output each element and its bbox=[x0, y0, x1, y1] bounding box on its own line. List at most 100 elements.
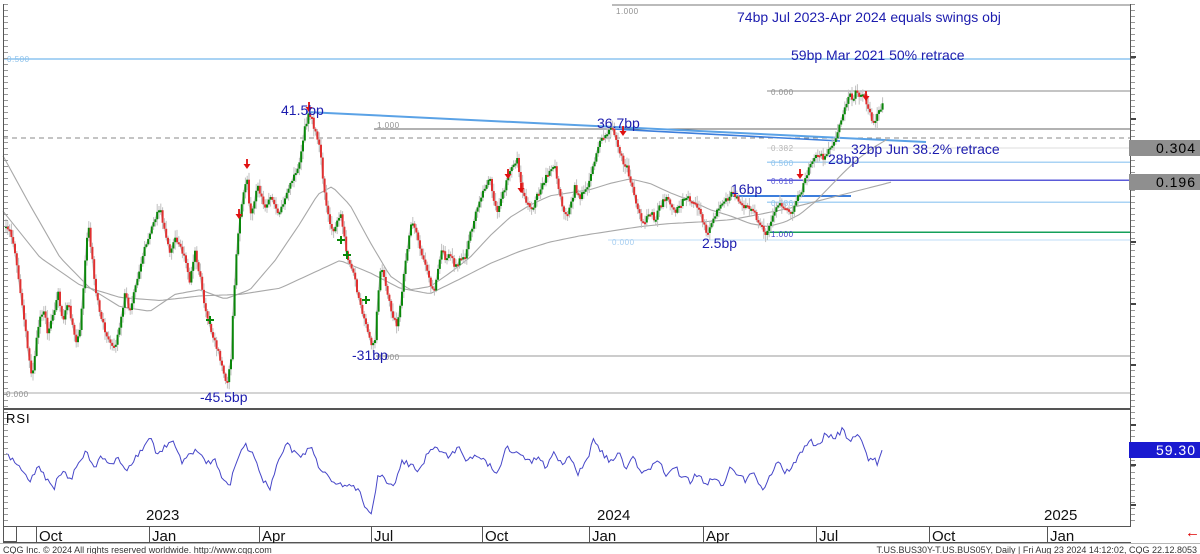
candle-body bbox=[358, 292, 360, 298]
candle-body bbox=[451, 256, 453, 258]
annotation-retrace-32bp[interactable]: 32bp Jun 38.2% retrace bbox=[851, 141, 1000, 157]
timeline-separator bbox=[1047, 527, 1048, 542]
candle-body bbox=[293, 175, 295, 181]
candle-body bbox=[396, 319, 398, 326]
green-plus-marker-icon bbox=[340, 236, 342, 244]
candle-body bbox=[669, 199, 671, 204]
candle-body bbox=[851, 93, 853, 99]
timeline-corner-box bbox=[3, 526, 17, 542]
candle-body bbox=[696, 204, 698, 208]
candle-body bbox=[747, 205, 749, 207]
rsi-axis-tick bbox=[1131, 504, 1136, 506]
cqg-chart-window: 1.0000.5001.0000.0000.3820.5000.6180.786… bbox=[0, 0, 1200, 554]
candle-body bbox=[649, 214, 651, 216]
candle-body bbox=[264, 204, 266, 207]
candle-body bbox=[622, 156, 624, 165]
candle-body bbox=[270, 197, 272, 200]
candle-body bbox=[333, 229, 335, 232]
candle-body bbox=[621, 153, 623, 155]
candle-body bbox=[615, 135, 617, 140]
candle-body bbox=[682, 199, 684, 206]
red-down-arrow-icon bbox=[520, 183, 522, 188]
candle-body bbox=[349, 260, 351, 264]
candle-body bbox=[772, 216, 774, 222]
candle-body bbox=[415, 228, 417, 233]
annotation-swing-2-5bp[interactable]: 2.5bp bbox=[702, 235, 737, 251]
candle-body bbox=[568, 208, 570, 215]
candle-body bbox=[774, 212, 776, 216]
candle-body bbox=[718, 209, 720, 211]
candle-body bbox=[804, 178, 806, 183]
candle-body bbox=[775, 207, 777, 212]
candle-body bbox=[867, 104, 869, 109]
candle-body bbox=[199, 271, 201, 277]
chart-canvas[interactable]: 1.0000.5001.0000.0000.3820.5000.6180.786… bbox=[0, 0, 1200, 554]
candle-body bbox=[252, 209, 254, 214]
timeline-separator bbox=[371, 527, 372, 542]
candle-body bbox=[192, 262, 194, 271]
candle-body bbox=[30, 361, 32, 374]
candle-body bbox=[565, 212, 567, 214]
candle-body bbox=[23, 305, 25, 319]
candle-body bbox=[840, 120, 842, 124]
candle-body bbox=[145, 244, 147, 247]
candle-body bbox=[95, 279, 97, 293]
candle-body bbox=[55, 300, 57, 310]
timeline-row[interactable]: OctJanAprJulOctJanAprJulOctJan bbox=[3, 526, 1131, 543]
scroll-right-arrow-icon[interactable]: ← bbox=[1185, 524, 1200, 541]
candle-body bbox=[504, 190, 506, 192]
candle-body bbox=[61, 306, 63, 316]
candle-body bbox=[801, 192, 803, 194]
candle-body bbox=[750, 209, 752, 211]
candle-body bbox=[874, 121, 876, 123]
candle-body bbox=[189, 272, 191, 283]
candle-body bbox=[306, 124, 308, 126]
candle-body bbox=[401, 292, 403, 306]
candle-body bbox=[421, 249, 423, 256]
rsi-left-border bbox=[3, 410, 4, 526]
left-axis-ticks bbox=[4, 4, 8, 408]
candle-body bbox=[603, 138, 605, 140]
candle-body bbox=[617, 140, 619, 147]
candle-body bbox=[140, 264, 142, 272]
candle-body bbox=[689, 196, 691, 201]
candle-body bbox=[754, 211, 756, 213]
candle-body bbox=[552, 167, 554, 169]
candle-body bbox=[327, 206, 329, 215]
annotation-swing-28bp[interactable]: 28bp bbox=[828, 151, 859, 167]
candle-body bbox=[322, 158, 324, 179]
annotation-retrace-59bp[interactable]: 59bp Mar 2021 50% retrace bbox=[791, 47, 965, 63]
main-rsi-divider bbox=[3, 408, 1131, 410]
annotation-swing-41-5bp[interactable]: 41.5bp bbox=[281, 102, 324, 118]
annotation-swing-minus31bp[interactable]: -31bp bbox=[352, 347, 388, 363]
candle-body bbox=[777, 205, 779, 207]
candle-body bbox=[810, 164, 812, 167]
candle-body bbox=[97, 293, 99, 300]
candle-body bbox=[205, 303, 207, 311]
candle-body bbox=[99, 300, 101, 312]
candle-body bbox=[666, 197, 668, 201]
candle-body bbox=[41, 315, 43, 317]
candle-body bbox=[439, 260, 441, 269]
candle-body bbox=[82, 288, 84, 308]
annotation-swing-36-7bp[interactable]: 36.7bp bbox=[597, 115, 640, 131]
candle-body bbox=[297, 169, 299, 173]
fib-level-label: 1.000 bbox=[616, 7, 639, 16]
candle-body bbox=[768, 226, 770, 231]
candle-body bbox=[230, 359, 232, 369]
candle-body bbox=[586, 187, 588, 189]
candle-body bbox=[129, 308, 131, 310]
candle-body bbox=[585, 189, 587, 192]
candle-body bbox=[702, 214, 704, 222]
annotation-swing-objective[interactable]: 74bp Jul 2023-Apr 2024 equals swings obj bbox=[737, 9, 1001, 25]
candle-body bbox=[482, 191, 484, 198]
annotation-swing-16bp[interactable]: 16bp bbox=[731, 181, 762, 197]
candle-body bbox=[302, 141, 304, 152]
candle-body bbox=[691, 201, 693, 203]
candle-body bbox=[19, 279, 21, 293]
candle-body bbox=[289, 183, 291, 189]
candle-body bbox=[257, 186, 259, 191]
candle-body bbox=[156, 212, 158, 219]
annotation-swing-minus45-5bp[interactable]: -45.5bp bbox=[200, 389, 247, 405]
candle-body bbox=[109, 339, 111, 342]
